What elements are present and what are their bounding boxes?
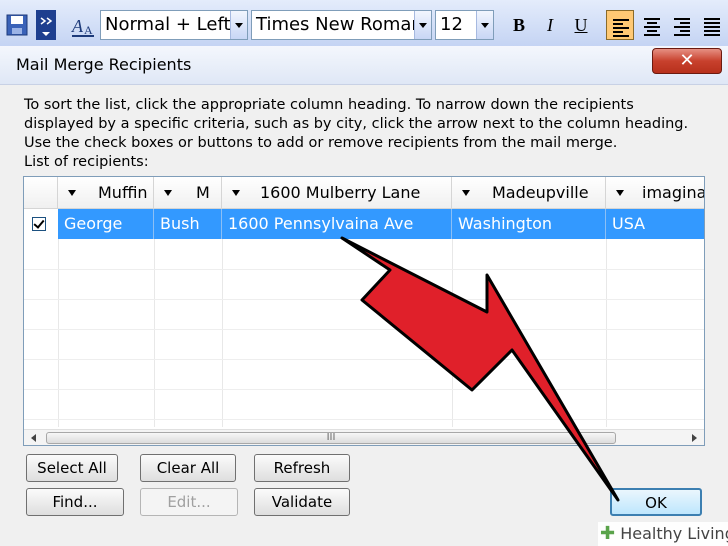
styles-formatting-icon[interactable]: A A	[70, 10, 96, 40]
scroll-left-icon[interactable]	[26, 430, 42, 446]
filter-arrow-icon[interactable]	[616, 190, 624, 196]
chevron-down-icon[interactable]	[230, 11, 247, 39]
horizontal-scrollbar[interactable]: III	[24, 429, 704, 446]
select-all-button[interactable]: Select All	[26, 454, 118, 482]
table-cell: Washington	[452, 209, 606, 239]
grid-line	[24, 329, 704, 330]
underline-button[interactable]: U	[567, 10, 595, 40]
dialog-title: Mail Merge Recipients	[16, 55, 192, 74]
chevron-down-icon[interactable]	[414, 11, 431, 39]
find-button[interactable]: Find...	[26, 488, 124, 516]
column-header-address[interactable]: 1600 Mulberry Lane	[222, 177, 452, 209]
column-header-m[interactable]: M	[154, 177, 222, 209]
filter-arrow-icon[interactable]	[462, 190, 470, 196]
grid-line	[452, 239, 453, 427]
grid-line	[24, 389, 704, 390]
recipient-checkbox[interactable]	[32, 217, 46, 231]
align-left-icon	[613, 19, 629, 39]
filter-arrow-icon[interactable]	[164, 190, 172, 196]
table-cell: USA	[612, 214, 646, 233]
font-combo[interactable]: Times New Roman	[251, 10, 432, 40]
grid-line	[24, 269, 704, 270]
grid-line	[606, 239, 607, 427]
table-row[interactable]: George Bush 1600 Pennsylvaina Ave Washin…	[58, 209, 704, 239]
column-header-label: imagina	[642, 183, 704, 202]
edit-button: Edit...	[140, 488, 238, 516]
justify-icon	[704, 18, 720, 38]
column-header-label: Madeupville	[492, 183, 589, 202]
scroll-right-icon[interactable]	[686, 430, 702, 446]
save-icon[interactable]	[4, 10, 30, 40]
svg-text:A: A	[71, 16, 84, 36]
recipients-list[interactable]: Muffin M 1600 Mulberry Lane Madeupville …	[23, 176, 705, 446]
align-center-button[interactable]	[638, 10, 666, 40]
font-size-value: 12	[440, 14, 463, 35]
filter-arrow-icon[interactable]	[68, 190, 76, 196]
align-left-button[interactable]	[606, 10, 634, 40]
grid-line	[222, 239, 223, 427]
bold-button[interactable]: B	[505, 10, 533, 40]
clear-all-button[interactable]: Clear All	[140, 454, 236, 482]
style-combo-value: Normal + Left: 0	[105, 14, 248, 35]
grid-line	[58, 239, 59, 427]
toolbar-options-icon[interactable]	[36, 10, 56, 40]
instructions-text: To sort the list, click the appropriate …	[24, 97, 689, 151]
ok-button[interactable]: OK	[610, 488, 702, 516]
table-cell: 1600 Pennsylvaina Ave	[222, 209, 452, 239]
close-button[interactable]: ✕	[652, 48, 722, 74]
chevron-down-icon[interactable]	[476, 11, 493, 39]
column-header-label: M	[196, 183, 210, 202]
validate-button[interactable]: Validate	[254, 488, 350, 516]
healthy-living-watermark: ✚ Healthy Living	[598, 522, 728, 546]
column-header-city[interactable]: Madeupville	[452, 177, 606, 209]
checkbox-column-header[interactable]	[24, 177, 58, 209]
column-header-label: Muffin	[98, 183, 148, 202]
grid-line	[154, 239, 155, 427]
align-right-button[interactable]	[668, 10, 696, 40]
column-header-label: 1600 Mulberry Lane	[260, 183, 421, 202]
filter-arrow-icon[interactable]	[232, 190, 240, 196]
scrollbar-grip: III	[326, 432, 336, 443]
grid-line	[24, 299, 704, 300]
watermark-text: Healthy Living	[620, 524, 728, 543]
formatting-toolbar: A A Normal + Left: 0 Times New Roman 12 …	[0, 0, 728, 49]
justify-button[interactable]	[698, 10, 726, 40]
grid-line	[24, 419, 704, 420]
list-of-recipients-label: List of recipients:	[24, 154, 149, 170]
column-header-muffin[interactable]: Muffin	[58, 177, 154, 209]
align-center-icon	[644, 18, 660, 38]
dialog-title-bar[interactable]: Mail Merge Recipients ✕	[0, 46, 728, 85]
font-size-combo[interactable]: 12	[435, 10, 494, 40]
font-combo-value: Times New Roman	[256, 14, 423, 35]
align-right-icon	[674, 18, 690, 38]
plus-icon: ✚	[600, 523, 616, 544]
scrollbar-thumb[interactable]: III	[46, 432, 616, 444]
table-cell: Bush	[154, 209, 222, 239]
svg-text:A: A	[84, 23, 93, 37]
table-cell: George	[58, 209, 154, 239]
grid-line	[24, 359, 704, 360]
mail-merge-recipients-dialog: Mail Merge Recipients ✕ To sort the list…	[0, 46, 728, 546]
italic-button[interactable]: I	[536, 10, 564, 40]
column-header-country[interactable]: imagina	[606, 177, 704, 209]
refresh-button[interactable]: Refresh	[254, 454, 350, 482]
style-combo[interactable]: Normal + Left: 0	[100, 10, 248, 40]
